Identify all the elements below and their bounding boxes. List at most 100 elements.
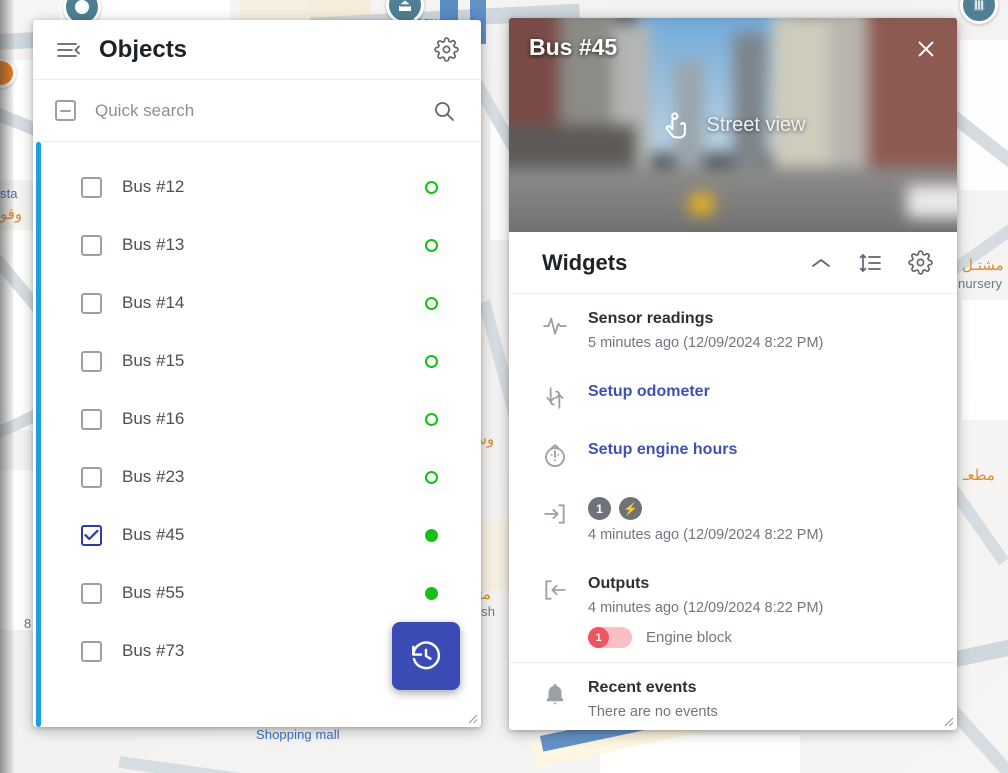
status-indicator — [425, 238, 438, 252]
object-checkbox[interactable] — [81, 582, 102, 604]
object-name: Bus #73 — [122, 641, 185, 660]
gear-icon[interactable] — [429, 33, 463, 67]
object-row[interactable]: Bus #45 — [33, 506, 481, 564]
map-block — [962, 300, 1008, 420]
touch-hand-icon — [665, 112, 686, 139]
bell-icon — [542, 677, 576, 707]
map-block — [960, 40, 1008, 190]
engine-block-toggle[interactable]: 1 — [588, 627, 632, 648]
page-title: Objects — [99, 35, 188, 63]
map-label: nursery — [958, 276, 1003, 291]
widget-recent-events[interactable]: Recent events There are no events — [509, 662, 957, 730]
widget-outputs[interactable]: Outputs 4 minutes ago (12/09/2024 8:22 PM… — [509, 559, 957, 662]
object-name: Bus #13 — [122, 235, 185, 254]
widget-body: Setup odometer — [576, 381, 937, 403]
object-name: Bus #12 — [122, 177, 185, 196]
status-indicator — [425, 354, 438, 368]
objects-list-rows: Bus #11 Bus #12 Bus #13 Bus #14 Bus #15 Bus #… — [33, 142, 481, 680]
object-row[interactable]: Bus #16 — [33, 390, 481, 448]
sort-lines-icon[interactable] — [858, 252, 882, 274]
status-indicator — [425, 412, 438, 426]
widget-title: Recent events — [588, 679, 697, 696]
timer-icon — [542, 439, 576, 469]
object-row[interactable]: Bus #14 — [33, 274, 481, 332]
widgets-header: Widgets — [509, 232, 957, 294]
toggle-knob: 1 — [588, 627, 609, 648]
input-badge[interactable]: ⚡ — [619, 497, 642, 520]
object-row[interactable]: Bus #12 — [33, 158, 481, 216]
widgets-list[interactable]: Sensor readings 5 minutes ago (12/09/2024… — [509, 294, 957, 730]
gear-icon[interactable] — [908, 250, 933, 275]
object-row[interactable]: Bus #11 — [33, 142, 481, 158]
objects-panel-header: Objects — [33, 20, 481, 80]
object-checkbox[interactable] — [81, 408, 102, 430]
history-button[interactable] — [392, 622, 460, 690]
object-name: Bus #45 — [122, 525, 185, 544]
object-row[interactable]: Bus #13 — [33, 216, 481, 274]
widget-inputs[interactable]: 1 ⚡ 4 minutes ago (12/09/2024 8:22 PM) — [509, 483, 957, 559]
map-left-edge-shadow — [0, 0, 14, 773]
object-checkbox[interactable] — [81, 524, 102, 546]
status-indicator — [425, 470, 438, 484]
search-input[interactable] — [95, 100, 427, 121]
object-name: Bus #55 — [122, 583, 185, 602]
widget-link[interactable]: Setup engine hours — [588, 439, 937, 461]
history-clock-icon — [412, 641, 441, 670]
widget-setup-odometer[interactable]: Setup odometer — [509, 367, 957, 425]
object-checkbox[interactable] — [81, 640, 102, 662]
search-icon[interactable] — [427, 94, 461, 128]
widget-title: Sensor readings — [588, 310, 714, 327]
widget-link[interactable]: Setup odometer — [588, 381, 937, 403]
resize-grip-icon[interactable] — [464, 710, 478, 724]
status-indicator — [425, 528, 438, 542]
object-info-panel[interactable]: Bus #45 Street view Widgets Sensor readi… — [509, 18, 957, 730]
objects-panel[interactable]: Objects Bus #11Bus #12Bus #13Bus #14Bus … — [33, 20, 481, 727]
input-badge[interactable]: 1 — [588, 497, 611, 520]
widget-body: Setup engine hours — [576, 439, 937, 461]
collapse-left-icon[interactable] — [53, 35, 83, 65]
object-checkbox[interactable] — [81, 176, 102, 198]
widget-subtitle: 5 minutes ago (12/09/2024 8:22 PM) — [588, 335, 824, 351]
chevron-up-icon[interactable] — [810, 256, 832, 270]
map-poi-dot — [75, 0, 89, 14]
object-checkbox[interactable] — [81, 292, 102, 314]
select-all-checkbox[interactable] — [55, 100, 76, 121]
object-checkbox[interactable] — [81, 234, 102, 256]
input-arrow-icon — [542, 497, 576, 527]
object-row[interactable]: Bus #23 — [33, 448, 481, 506]
widget-body: Outputs 4 minutes ago (12/09/2024 8:22 PM… — [576, 573, 937, 648]
status-indicator — [425, 296, 438, 310]
widget-sensor-readings[interactable]: Sensor readings 5 minutes ago (12/09/2024… — [509, 294, 957, 367]
status-indicator — [425, 180, 438, 194]
widget-subtitle: There are no events — [588, 704, 718, 720]
widget-setup-engine-hours[interactable]: Setup engine hours — [509, 425, 957, 483]
status-indicator — [425, 586, 438, 600]
street-view-preview[interactable]: Bus #45 Street view — [509, 18, 957, 232]
object-checkbox[interactable] — [81, 350, 102, 372]
widgets-title: Widgets — [542, 249, 628, 275]
resize-grip-icon[interactable] — [940, 713, 954, 727]
objects-list[interactable]: Bus #11 Bus #12 Bus #13 Bus #14 Bus #15 Bus #… — [33, 142, 481, 727]
object-name: Bus #23 — [122, 467, 185, 486]
output-arrow-icon — [542, 573, 576, 603]
map-label: مطعـ — [963, 467, 995, 484]
widget-body: Recent events There are no events — [576, 677, 937, 722]
object-name: Bus #15 — [122, 351, 185, 370]
close-icon[interactable] — [909, 32, 943, 66]
mosque-icon — [399, 0, 411, 11]
check-icon — [84, 529, 99, 541]
object-row[interactable]: Bus #55 — [33, 564, 481, 622]
map-label: 8 — [24, 616, 32, 631]
street-view-label: Street view — [706, 113, 806, 136]
object-row[interactable]: Bus #15 — [33, 332, 481, 390]
widget-body: 1 ⚡ 4 minutes ago (12/09/2024 8:22 PM) — [576, 497, 937, 545]
widget-body: Sensor readings 5 minutes ago (12/09/2024… — [576, 308, 937, 353]
building-icon — [973, 0, 985, 11]
object-title: Bus #45 — [529, 34, 618, 60]
widget-title: Outputs — [588, 575, 650, 592]
object-name: Bus #16 — [122, 409, 185, 428]
quick-search-row[interactable] — [33, 80, 481, 142]
object-checkbox[interactable] — [81, 466, 102, 488]
output-toggle-row[interactable]: 1 Engine block — [588, 627, 937, 648]
object-name: Bus #14 — [122, 293, 185, 312]
